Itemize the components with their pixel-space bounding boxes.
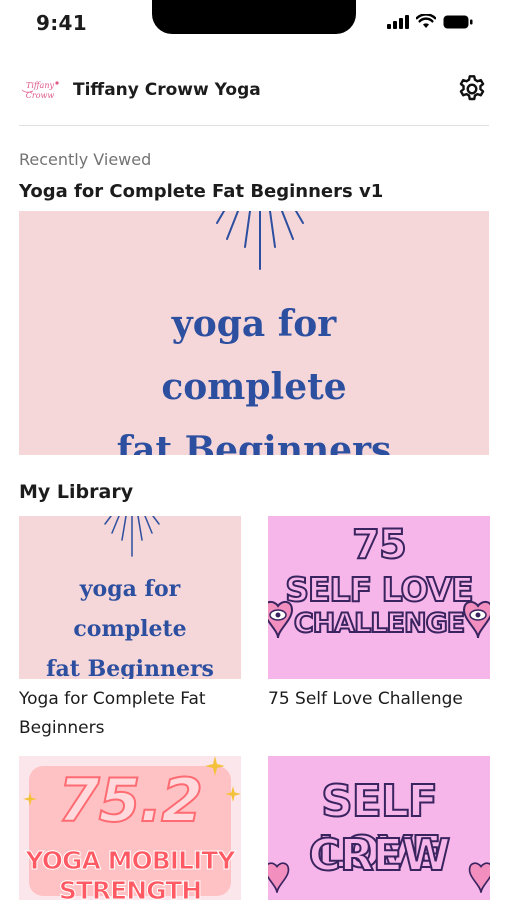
recent-course-title[interactable]: Yoga for Complete Fat Beginners v1 bbox=[19, 181, 383, 202]
course-title: Yoga for Complete Fat Beginners bbox=[19, 689, 206, 738]
settings-button[interactable] bbox=[455, 72, 489, 106]
thumb-text-line: fat Beginners bbox=[116, 429, 392, 455]
thumb-text-line: STRENGTH bbox=[58, 876, 202, 900]
thumb-text-line: CREW bbox=[308, 829, 452, 882]
course-thumbnail: 75 SELF LOVE CHALLENGE bbox=[268, 516, 490, 679]
battery-icon bbox=[443, 15, 473, 28]
wifi-icon bbox=[416, 14, 436, 28]
app-header: Tiffany Croww Tiffany Croww Yoga bbox=[19, 70, 489, 110]
course-thumbnail: SELF LOVE CREW bbox=[268, 756, 490, 900]
thumb-text-line: 75.2 bbox=[57, 765, 204, 837]
thumb-text-line: SELF LOVE bbox=[284, 569, 474, 610]
recent-course-thumbnail[interactable]: yoga for complete fat Beginners bbox=[19, 211, 489, 455]
library-card-yoga-mobility[interactable]: 75.2 YOGA MOBILITY STRENGTH bbox=[19, 756, 241, 900]
library-card-self-love-crew[interactable]: SELF LOVE CREW bbox=[268, 756, 490, 900]
thumb-text-line: yoga for bbox=[79, 576, 181, 602]
status-bar: 9:41 bbox=[0, 0, 507, 48]
heart-eye-left-icon bbox=[268, 600, 294, 639]
header-divider bbox=[19, 125, 489, 126]
thumb-text-line: 75 bbox=[351, 521, 408, 569]
thumb-text-line: fat Beginners bbox=[46, 656, 214, 679]
course-thumbnail: 75.2 YOGA MOBILITY STRENGTH bbox=[19, 756, 241, 900]
camera-notch bbox=[152, 0, 356, 34]
my-library-heading: My Library bbox=[19, 481, 134, 503]
sparkle-icon bbox=[225, 786, 241, 802]
heart-icon bbox=[268, 862, 290, 893]
gear-icon bbox=[459, 75, 485, 101]
sunburst-decoration bbox=[104, 516, 160, 557]
heart-icon bbox=[468, 862, 490, 893]
heart-eye-right-icon bbox=[462, 600, 490, 639]
library-card-yoga-beginners[interactable]: yoga for complete fat Beginners Yoga for… bbox=[19, 516, 241, 743]
brand-logo: Tiffany Croww bbox=[19, 77, 61, 103]
sparkle-icon bbox=[205, 756, 225, 776]
status-time: 9:41 bbox=[36, 11, 87, 35]
recently-viewed-caption: Recently Viewed bbox=[19, 150, 152, 169]
course-thumbnail: yoga for complete fat Beginners bbox=[19, 516, 241, 679]
thumb-text-line: complete bbox=[73, 616, 187, 642]
sunburst-decoration bbox=[216, 211, 304, 270]
course-title: 75 Self Love Challenge bbox=[268, 689, 463, 709]
library-card-self-love-challenge[interactable]: 75 SELF LOVE CHALLENGE 75 Self Love Chal… bbox=[268, 516, 490, 714]
status-icons bbox=[387, 14, 473, 29]
app-title: Tiffany Croww Yoga bbox=[73, 80, 261, 100]
sparkle-icon bbox=[23, 792, 37, 806]
thumb-text-line: complete bbox=[161, 366, 347, 408]
thumb-text-line: YOGA MOBILITY bbox=[25, 846, 236, 876]
svg-text:Tiffany: Tiffany bbox=[26, 81, 54, 90]
thumb-text-line: CHALLENGE bbox=[293, 607, 466, 640]
cellular-signal-icon bbox=[387, 14, 409, 29]
thumb-text-line: yoga for bbox=[171, 303, 337, 345]
